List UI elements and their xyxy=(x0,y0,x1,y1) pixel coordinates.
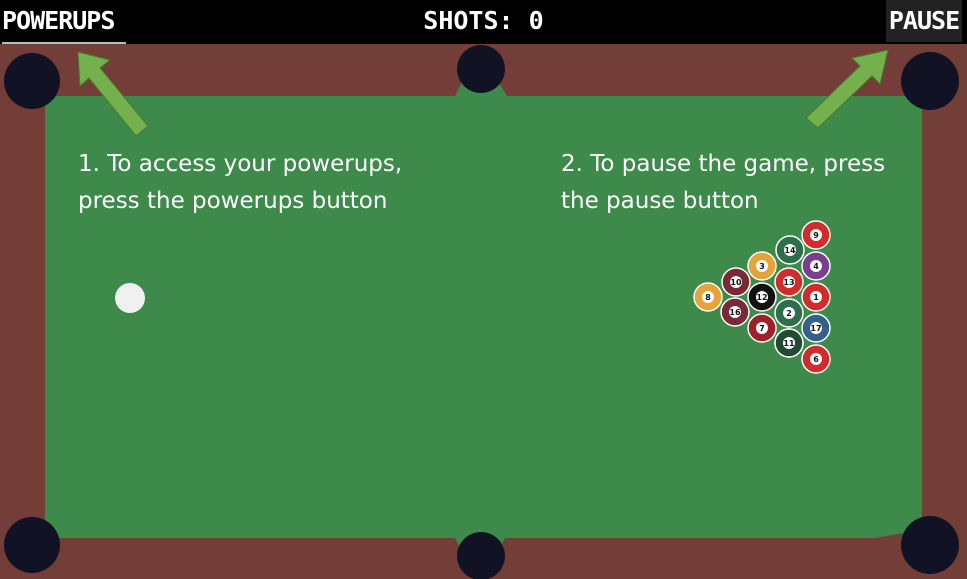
ball-2: 2 xyxy=(774,298,804,328)
pocket-bottom-middle xyxy=(457,532,505,579)
svg-text:14: 14 xyxy=(784,246,796,255)
svg-text:4: 4 xyxy=(813,262,819,271)
ball-6: 6 xyxy=(801,344,831,374)
svg-text:9: 9 xyxy=(813,231,819,240)
svg-text:11: 11 xyxy=(783,339,795,348)
hint-powerups: 1. To access your powerups, press the po… xyxy=(78,151,403,214)
ball-10: 10 xyxy=(721,267,751,297)
pocket-top-right xyxy=(901,52,959,110)
pocket-bottom-right xyxy=(901,516,959,574)
ball-9: 9 xyxy=(801,220,831,250)
svg-text:1: 1 xyxy=(813,293,819,302)
ball-16: 16 xyxy=(720,297,750,327)
ball-4: 4 xyxy=(801,251,831,281)
svg-text:3: 3 xyxy=(759,262,765,271)
pocket-top-left xyxy=(4,53,60,109)
svg-text:7: 7 xyxy=(759,324,765,333)
pocket-top-middle xyxy=(457,45,505,93)
ball-14: 14 xyxy=(775,235,805,265)
ball-3: 3 xyxy=(747,251,777,281)
ball-11: 11 xyxy=(774,328,804,358)
svg-text:10: 10 xyxy=(730,278,742,287)
ball-13: 13 xyxy=(774,267,804,297)
svg-text:8: 8 xyxy=(705,293,711,302)
pool-table: 914431311012217816715611 xyxy=(0,44,967,579)
ball-7: 7 xyxy=(747,313,777,343)
cue-ball[interactable] xyxy=(115,283,145,313)
shots-counter: SHOTS: 0 xyxy=(423,6,544,35)
ball-1: 1 xyxy=(801,282,831,312)
hint-pause: 2. To pause the game, press the pause bu… xyxy=(561,151,886,214)
ball-12: 12 xyxy=(747,282,777,312)
svg-text:16: 16 xyxy=(729,308,741,317)
svg-text:2: 2 xyxy=(786,309,792,318)
svg-text:13: 13 xyxy=(783,278,794,287)
pocket-bottom-left xyxy=(4,517,60,573)
ball-8: 8 xyxy=(693,282,723,312)
svg-text:6: 6 xyxy=(813,355,819,364)
ball-17: 17 xyxy=(801,313,831,343)
svg-text:12: 12 xyxy=(756,293,767,302)
svg-text:17: 17 xyxy=(810,324,821,333)
pause-button[interactable]: PAUSE xyxy=(886,0,962,42)
